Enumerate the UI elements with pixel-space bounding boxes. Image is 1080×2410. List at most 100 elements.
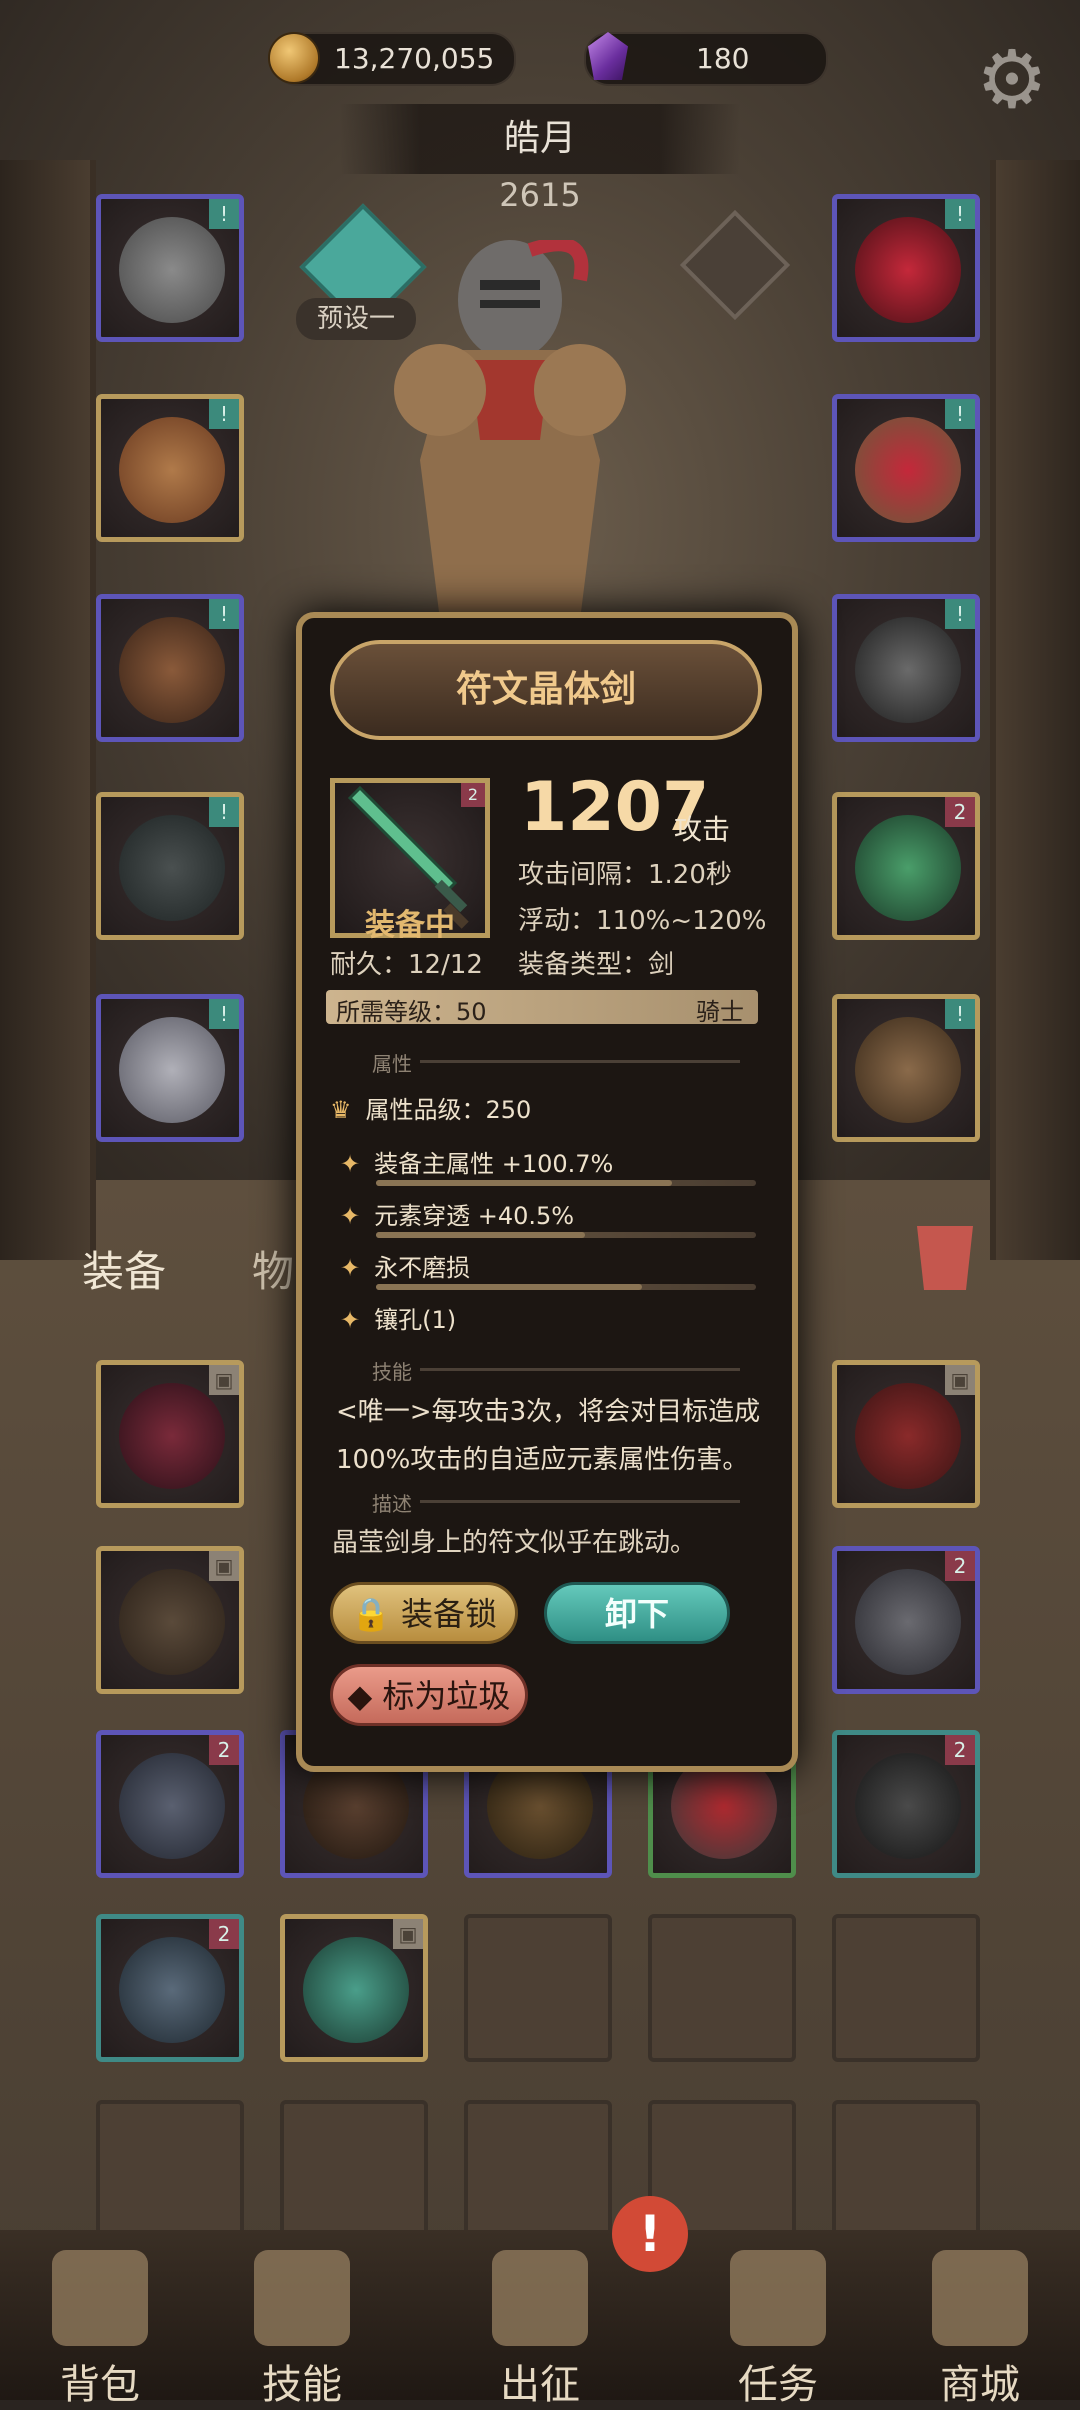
empty-slot[interactable] [464,1914,612,2062]
nav-label: 出征 [500,2362,580,2408]
character-power: 2615 [499,176,581,214]
star-icon: ✦ [340,1202,361,1230]
sword-icon [855,815,961,921]
nav-quests[interactable]: 任务 [698,2250,858,2408]
helmet-slot[interactable]: ! [96,194,244,342]
divider [420,1060,740,1063]
divider [420,1500,740,1503]
equipped-label: 装备中 [365,908,455,943]
attribute-bar-fill [376,1284,642,1290]
shop-crown-icon [932,2250,1028,2346]
equip-lock-button[interactable]: 🔒 装备锁 [330,1582,518,1644]
sword-item-icon [303,1937,409,2043]
helmet-icon [119,217,225,323]
nav-expedition[interactable]: 出征 [460,2250,620,2408]
equip-type: 装备类型：剑 [518,950,675,980]
requirement-bar: 所需等级：50 骑士 [326,990,758,1026]
leggings-icon [119,1753,225,1859]
attribute-text: 永不磨损 [374,1254,471,1282]
divider [420,1368,740,1371]
section-skill: 技能 [372,1360,412,1384]
upgrade-badge: ! [945,399,975,429]
gold-coin-icon [268,32,320,84]
lock-icon: ▣ [393,1919,423,1949]
attribute-grade: ♛ 属性品级：250 [330,1090,531,1125]
shield-icon [855,1017,961,1123]
rank-badge: 2 [209,1919,239,1949]
inventory-slot[interactable]: 2 [832,1546,980,1694]
empty-slot[interactable] [96,2100,244,2248]
ring-icon [855,417,961,523]
inventory-slot[interactable]: ▣ [832,1360,980,1508]
rank-badge: 2 [945,1735,975,1765]
required-class: 骑士 [696,998,744,1026]
section-description: 描述 [372,1492,412,1516]
attribute-bar-fill [376,1232,585,1238]
inventory-slot[interactable]: ▣ [96,1360,244,1508]
inventory-slot[interactable]: 2 [832,1730,980,1878]
nav-skills[interactable]: 技能 [222,2250,382,2408]
right-frame [990,160,1080,1260]
attribute-row: ✦ 装备主属性 +100.7% [340,1144,613,1179]
inventory-slot[interactable]: ▣ [96,1546,244,1694]
upgrade-badge: ! [209,999,239,1029]
upgrade-badge: ! [209,797,239,827]
lock-icon: 🔒 [350,1595,391,1633]
gear-icon[interactable]: ⚙ [972,40,1052,120]
nav-label: 任务 [738,2362,818,2408]
map-sword-icon [492,2250,588,2346]
attack-unit: 攻击 [674,813,731,846]
armor-slot[interactable]: ! [96,394,244,542]
attribute-bar-track [376,1284,756,1290]
skill-description: <唯一>每攻击3次，将会对目标造成100%攻击的自适应元素属性伤害。 [336,1397,761,1475]
upgrade-badge: ! [209,599,239,629]
ring-slot[interactable]: ! [832,394,980,542]
pants-icon [119,1569,225,1675]
rank-badge: 2 [461,783,485,807]
necklace-item-icon [119,1937,225,2043]
gauntlet-slot[interactable]: ! [96,994,244,1142]
band-item-icon [855,1753,961,1859]
nav-backpack[interactable]: 背包 [20,2250,180,2408]
character-name: 皓月 [340,104,740,174]
junk-icon: ◆ [347,1677,373,1715]
inventory-slot[interactable]: 2 [96,1730,244,1878]
upgrade-badge: ! [945,599,975,629]
attribute-row: ✦ 永不磨损 [340,1248,470,1283]
skill-book-icon [254,2250,350,2346]
gauntlet-icon [119,1017,225,1123]
attribute-text: 镶孔(1) [374,1306,457,1334]
inventory-slot[interactable]: 2 [96,1914,244,2062]
alert-badge: ! [612,2196,688,2272]
attribute-bar-track [376,1232,756,1238]
boots-icon [119,617,225,723]
boots-slot[interactable]: ! [96,594,244,742]
nav-label: 技能 [262,2362,342,2408]
empty-slot[interactable] [280,2100,428,2248]
empty-slot[interactable] [832,1914,980,2062]
shield-slot[interactable]: ! [832,994,980,1142]
inventory-slot[interactable]: ▣ [280,1914,428,2062]
item-title: 符文晶体剑 [330,640,762,740]
ring2-slot[interactable]: ! [832,594,980,742]
empty-slot[interactable] [464,2100,612,2248]
gold-amount: 13,270,055 [334,42,495,75]
cape-slot[interactable]: ! [96,792,244,940]
empty-slot[interactable] [832,2100,980,2248]
nav-label: 背包 [60,2362,140,2408]
tab-equipment[interactable]: 装备 [82,1238,166,1299]
empty-slot[interactable] [648,1914,796,2062]
amulet-slot[interactable]: ! [832,194,980,342]
bow-icon [119,1383,225,1489]
unequip-button[interactable]: 卸下 [544,1582,730,1644]
amulet-icon [855,217,961,323]
gauntlet-item-icon [855,1569,961,1675]
weapon-slot[interactable]: 2 [832,792,980,940]
attribute-text: 装备主属性 +100.7% [374,1150,614,1178]
nav-shop[interactable]: 商城 [900,2250,1060,2408]
scroll-icon [730,2250,826,2346]
attribute-text: 元素穿透 +40.5% [374,1202,575,1230]
lock-icon: ▣ [945,1365,975,1395]
attribute-row: ✦ 镶孔(1) [340,1300,456,1335]
mark-junk-button[interactable]: ◆ 标为垃圾 [330,1664,528,1726]
